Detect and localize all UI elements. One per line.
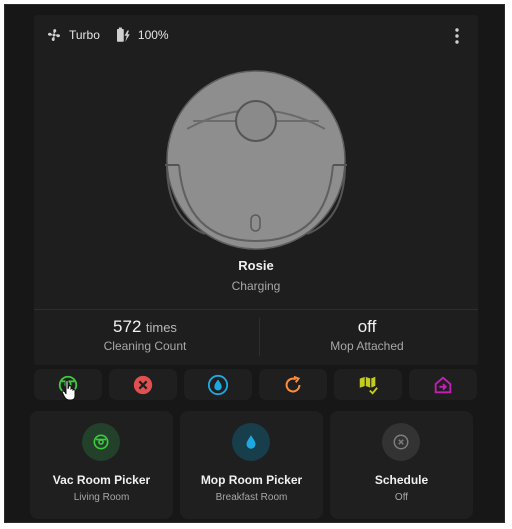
- action-bar: [34, 369, 478, 401]
- stat-cleaning-count: 572 times Cleaning Count: [34, 317, 256, 353]
- vacuum-clean-icon: [93, 434, 109, 450]
- map-check-icon: [359, 376, 378, 395]
- tile-title: Vac Room Picker: [52, 473, 151, 487]
- stat-mop-attached: off Mop Attached: [256, 317, 478, 353]
- battery-level: 100%: [137, 28, 169, 42]
- stat-label: Cleaning Count: [103, 339, 187, 353]
- more-options-icon[interactable]: [450, 27, 464, 45]
- schedule-tile[interactable]: Schedule Off: [330, 411, 473, 519]
- fan-icon: [47, 28, 61, 42]
- divider: [34, 309, 478, 310]
- stat-value: off: [357, 317, 377, 336]
- return-home-button[interactable]: [409, 369, 477, 400]
- hand-cursor-icon: [61, 380, 76, 401]
- stop-button[interactable]: [109, 369, 177, 400]
- refresh-button[interactable]: [259, 369, 327, 400]
- stat-value: 572: [113, 317, 142, 336]
- home-return-icon: [434, 375, 452, 393]
- vacuum-name: Rosie: [238, 258, 274, 273]
- vac-room-picker-tile[interactable]: Vac Room Picker Living Room: [30, 411, 173, 519]
- vacuum-state: Charging: [231, 279, 281, 293]
- vacuum-card: Turbo 100% Rosie Charging 572 times Clea…: [34, 15, 478, 365]
- tile-subtitle: Living Room: [73, 492, 130, 503]
- mop-room-picker-tile[interactable]: Mop Room Picker Breakfast Room: [180, 411, 323, 519]
- tile-subtitle: Breakfast Room: [215, 492, 288, 503]
- tile-subtitle: Off: [394, 492, 409, 503]
- mop-button[interactable]: [184, 369, 252, 400]
- refresh-icon: [285, 375, 301, 392]
- water-drop-icon: [246, 435, 256, 449]
- tile-title: Schedule: [374, 473, 429, 487]
- tile-icon-circle: [232, 423, 270, 461]
- tile-icon-circle: [382, 423, 420, 461]
- map-button[interactable]: [334, 369, 402, 400]
- dashboard-frame: Turbo 100% Rosie Charging 572 times Clea…: [4, 4, 505, 523]
- vacuum-robot-image: [165, 70, 347, 250]
- tile-title: Mop Room Picker: [200, 473, 303, 487]
- stop-icon: [133, 375, 153, 394]
- stat-label: Mop Attached: [330, 339, 404, 353]
- stat-unit: times: [145, 320, 177, 335]
- water-drop-icon: [207, 374, 229, 395]
- battery-charging-icon: [116, 27, 130, 42]
- tile-icon-circle: [82, 423, 120, 461]
- status-bar: Turbo 100%: [45, 25, 183, 45]
- cancel-circle-icon: [393, 434, 409, 450]
- fan-speed-label: Turbo: [69, 28, 100, 42]
